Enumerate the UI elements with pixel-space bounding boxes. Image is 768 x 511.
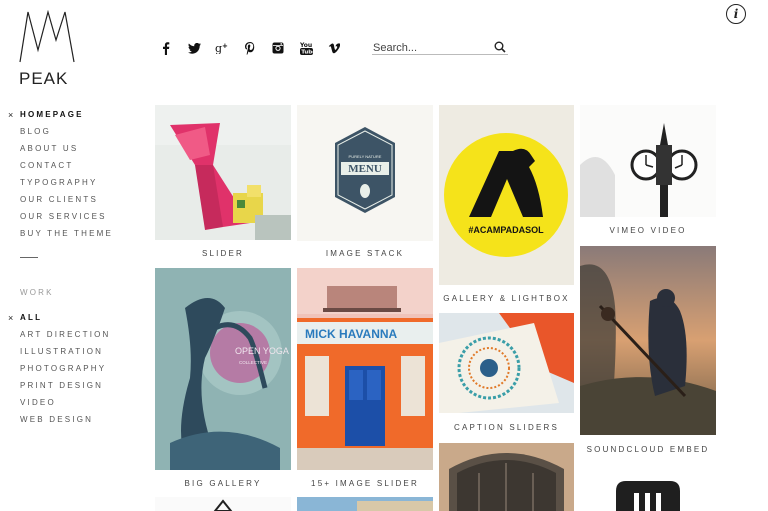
portfolio-item-next-1[interactable] — [155, 497, 291, 511]
filter-photography[interactable]: PHOTOGRAPHY — [20, 364, 111, 381]
soundcloud-embed-image — [580, 246, 716, 435]
nav-item-blog[interactable]: BLOG — [20, 127, 113, 144]
portfolio-item-big-gallery[interactable]: OPEN YOGA COLLECTIVE — [155, 268, 291, 470]
nav-item-typography[interactable]: TYPOGRAPHY — [20, 178, 113, 195]
filter-illustration[interactable]: ILLUSTRATION — [20, 347, 111, 364]
site-logo[interactable]: PEAK — [18, 9, 76, 90]
instagram-icon[interactable] — [264, 40, 292, 56]
caption-vimeo-video[interactable]: VIMEO VIDEO — [580, 226, 716, 235]
caption-soundcloud-embed[interactable]: SOUNDCLOUD EMBED — [580, 445, 716, 454]
caption-big-gallery[interactable]: BIG GALLERY — [155, 479, 291, 488]
vimeo-icon[interactable] — [320, 40, 348, 56]
filter-art-direction[interactable]: ART DIRECTION — [20, 330, 111, 347]
caption-sliders-image — [439, 313, 574, 413]
vimeo-video-image — [580, 105, 716, 217]
active-marker-icon: × — [8, 110, 14, 120]
svg-text:COLLECTIVE: COLLECTIVE — [239, 360, 267, 365]
portfolio-item-next-4[interactable] — [580, 465, 716, 511]
svg-text:You: You — [300, 42, 312, 49]
portfolio-item-image-slider[interactable]: MICK HAVANNA — [297, 268, 433, 470]
work-filter-nav: × ALL ART DIRECTION ILLUSTRATION PHOTOGRA… — [8, 313, 111, 432]
portfolio-item-next-2[interactable] — [297, 497, 433, 511]
next-item-image — [439, 443, 574, 511]
svg-text:+: + — [222, 42, 228, 50]
google-plus-icon[interactable]: g + — [208, 40, 236, 56]
nav-item-our-clients[interactable]: OUR CLIENTS — [20, 195, 113, 212]
svg-text:g: g — [215, 42, 222, 54]
filter-video[interactable]: VIDEO — [20, 398, 111, 415]
nav-item-about-us[interactable]: ABOUT US — [20, 144, 113, 161]
nav-item-contact[interactable]: CONTACT — [20, 161, 113, 178]
nav-item-our-services[interactable]: OUR SERVICES — [20, 212, 113, 229]
work-heading: WORK — [20, 288, 54, 297]
nav-item-buy-the-theme[interactable]: BUY THE THEME — [20, 229, 113, 246]
portfolio-item-gallery-lightbox[interactable]: #ACAMPADASOL — [439, 105, 574, 285]
portfolio-item-slider[interactable] — [155, 105, 291, 240]
next-item-image — [357, 501, 433, 511]
image-stack-image: PURELY NATURE MENU — [297, 105, 433, 241]
caption-gallery-lightbox[interactable]: GALLERY & LIGHTBOX — [439, 294, 574, 303]
image-slider-image: MICK HAVANNA — [297, 268, 433, 470]
filter-all[interactable]: × ALL — [8, 313, 111, 330]
portfolio-item-image-stack[interactable]: PURELY NATURE MENU — [297, 105, 433, 241]
filter-web-design[interactable]: WEB DESIGN — [20, 415, 111, 432]
search-input[interactable] — [372, 40, 484, 56]
portfolio-item-next-3[interactable] — [439, 443, 574, 511]
next-item-image — [213, 499, 233, 511]
svg-text:PEAK: PEAK — [19, 69, 68, 88]
portfolio-item-soundcloud-embed[interactable] — [580, 246, 716, 435]
caption-image-stack[interactable]: IMAGE STACK — [297, 249, 433, 258]
next-item-image — [616, 481, 680, 511]
search-box — [372, 38, 508, 58]
svg-text:OPEN YOGA: OPEN YOGA — [235, 346, 289, 356]
svg-text:MENU: MENU — [348, 163, 382, 175]
caption-caption-sliders[interactable]: CAPTION SLIDERS — [439, 423, 574, 432]
gallery-lightbox-image: #ACAMPADASOL — [439, 105, 574, 285]
info-button[interactable]: i — [726, 4, 746, 24]
facebook-icon[interactable] — [152, 40, 180, 56]
portfolio-item-vimeo-video[interactable] — [580, 105, 716, 217]
nav-divider — [20, 257, 38, 258]
youtube-icon[interactable]: YouTube — [292, 40, 320, 56]
caption-image-slider[interactable]: 15+ IMAGE SLIDER — [297, 479, 433, 488]
svg-text:MICK HAVANNA: MICK HAVANNA — [305, 327, 398, 341]
twitter-icon[interactable] — [180, 40, 208, 56]
social-links: g+ YouTube — [152, 40, 348, 56]
filter-print-design[interactable]: PRINT DESIGN — [20, 381, 111, 398]
slider-image — [155, 105, 291, 240]
active-marker-icon: × — [8, 313, 14, 323]
caption-slider[interactable]: SLIDER — [155, 249, 291, 258]
svg-text:PURELY NATURE: PURELY NATURE — [349, 154, 382, 159]
nav-item-homepage[interactable]: × HOMEPAGE — [8, 110, 113, 127]
pinterest-icon[interactable] — [236, 40, 264, 56]
svg-text:#ACAMPADASOL: #ACAMPADASOL — [468, 225, 544, 235]
search-icon[interactable] — [494, 40, 506, 58]
main-nav: × HOMEPAGE BLOG ABOUT US CONTACT TYPOGRAP… — [8, 110, 113, 246]
svg-text:Tube: Tube — [301, 50, 313, 55]
big-gallery-image: OPEN YOGA COLLECTIVE — [155, 268, 291, 470]
portfolio-item-caption-sliders[interactable] — [439, 313, 574, 413]
